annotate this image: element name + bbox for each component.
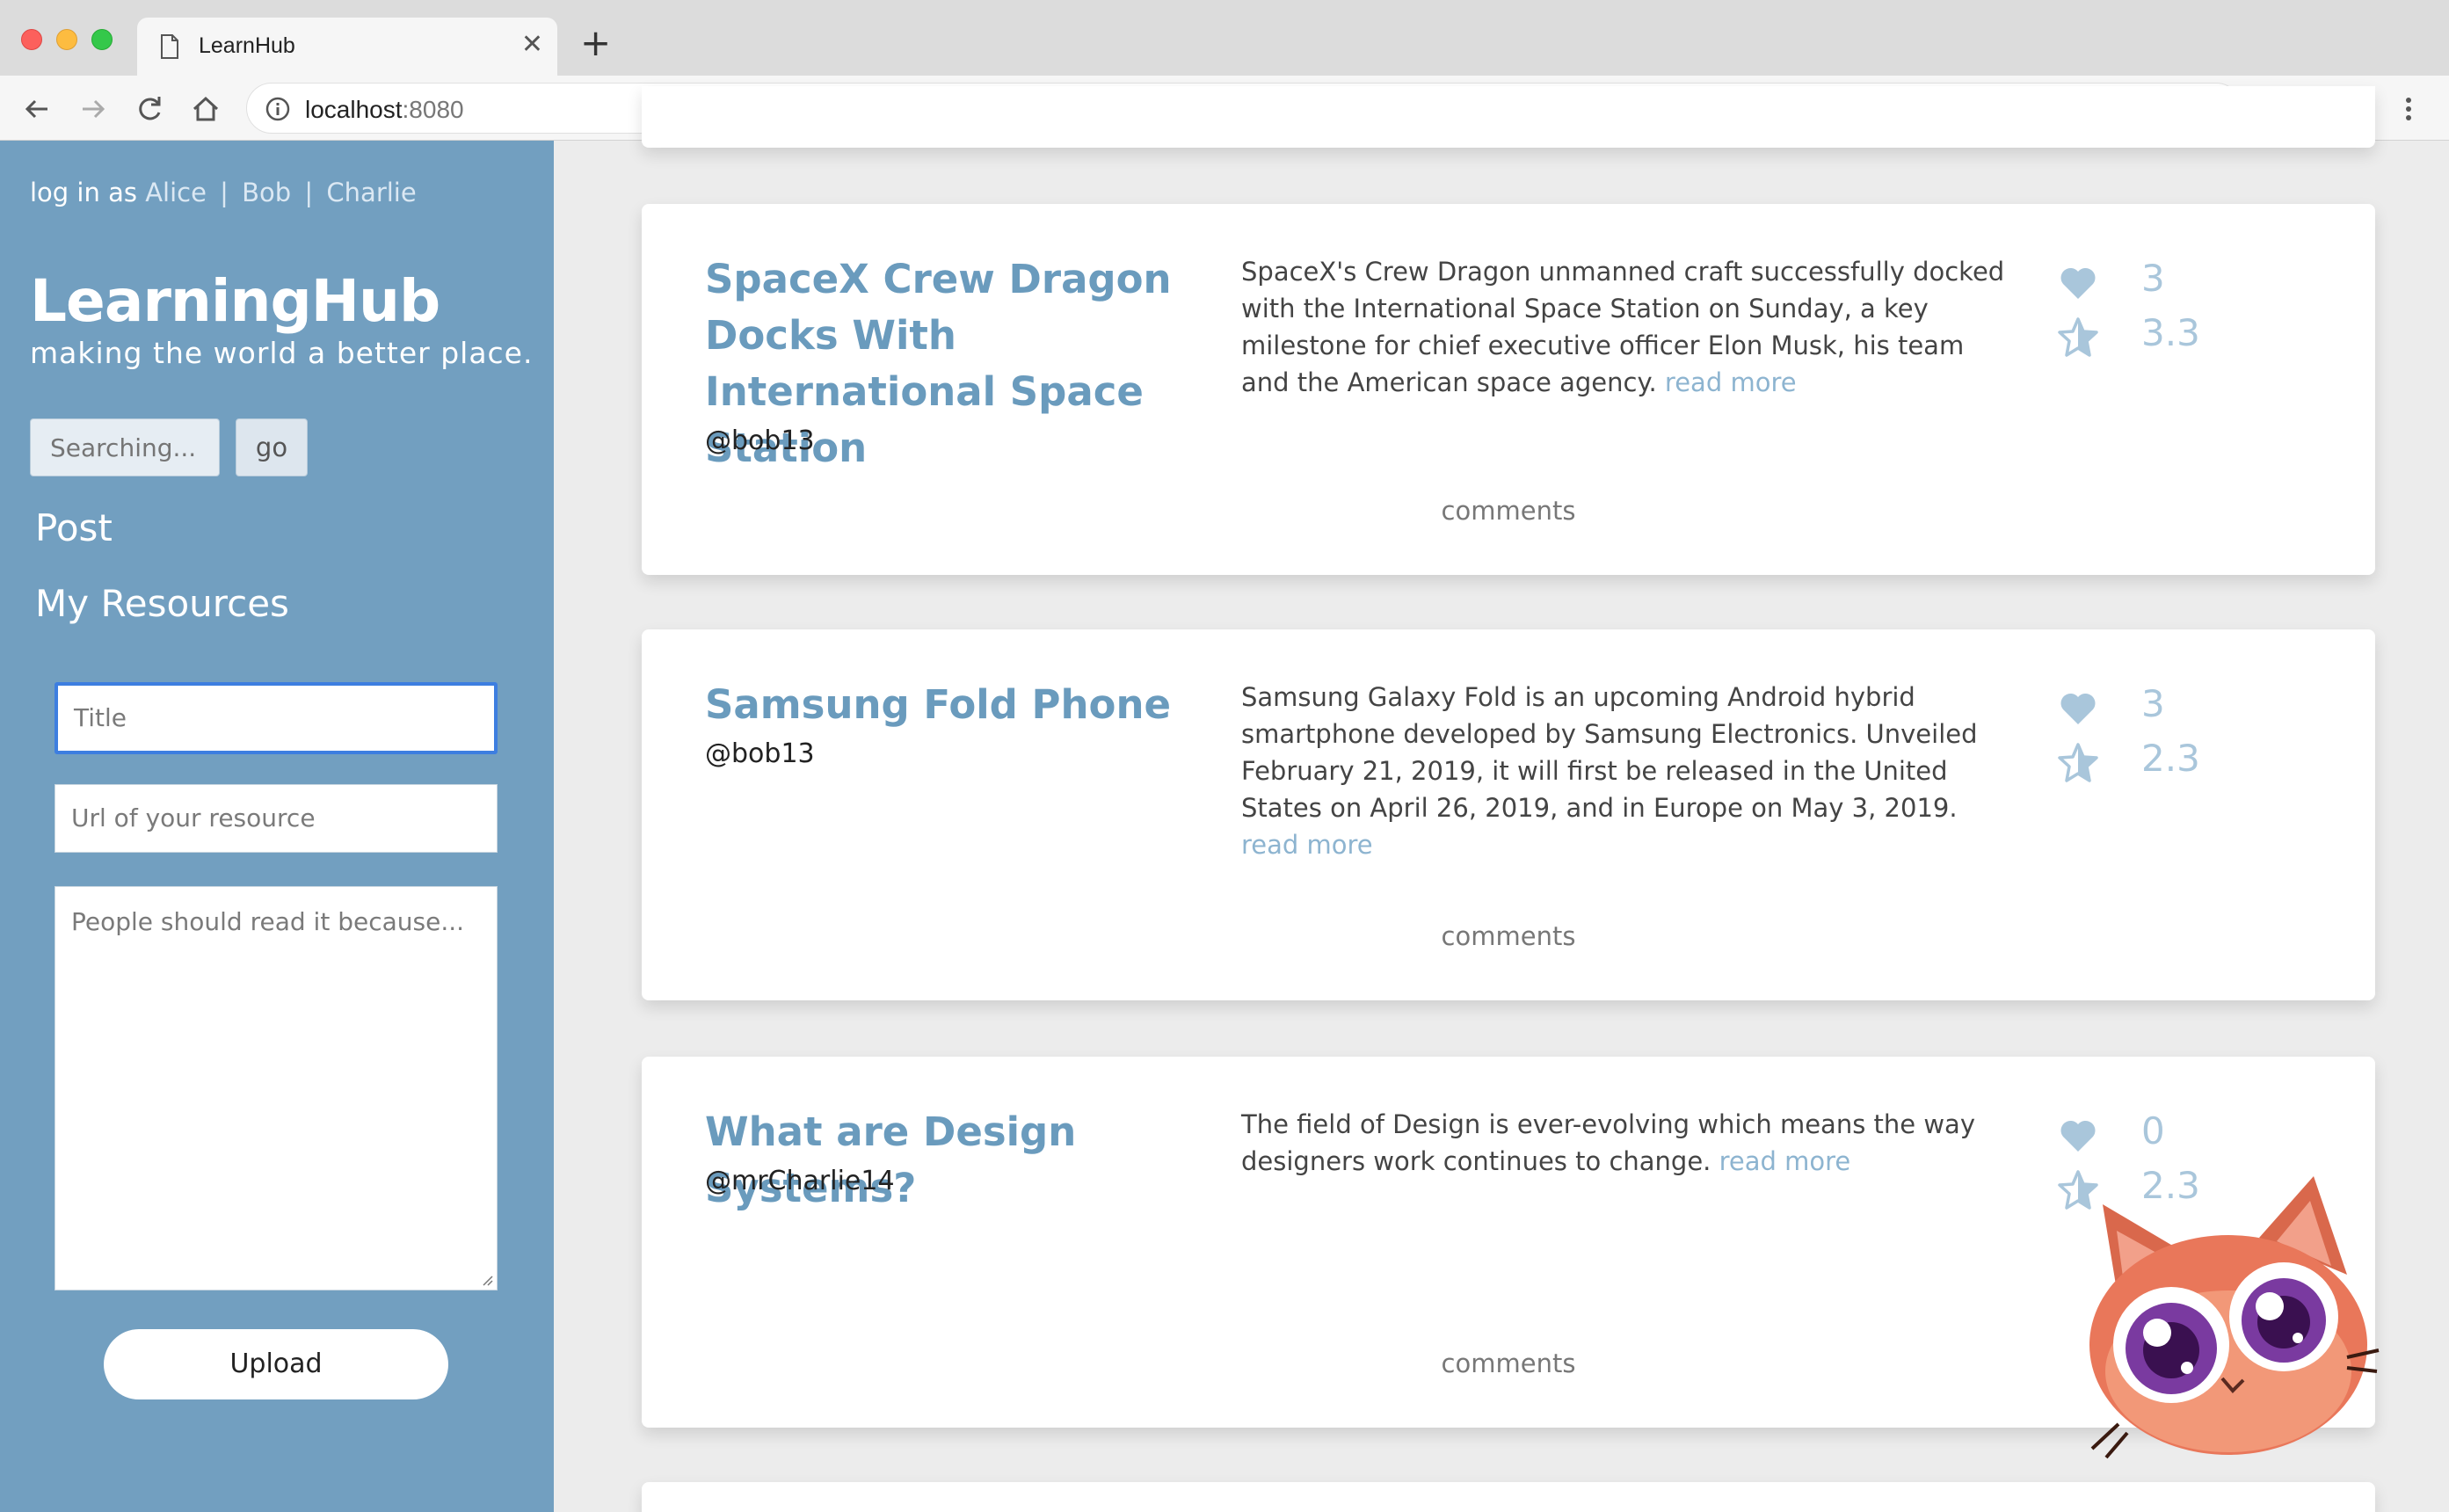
like-count: 0 — [2141, 1109, 2165, 1152]
rating-star-icon[interactable] — [2057, 316, 2099, 359]
resource-card-partial — [642, 1482, 2375, 1512]
resource-author[interactable]: @mrCharlie14 — [705, 1166, 895, 1196]
resource-card: SpaceX Crew Dragon Docks With Internatio… — [642, 204, 2375, 575]
login-user-charlie[interactable]: Charlie — [326, 178, 416, 207]
sidebar: log in as Alice | Bob | Charlie Learning… — [0, 141, 554, 1512]
resource-title-field[interactable]: Title — [55, 682, 498, 754]
search-input[interactable] — [30, 418, 220, 476]
resource-reason-textarea[interactable]: People should read it because... — [55, 886, 498, 1290]
cat-mascot-icon[interactable] — [2083, 1169, 2382, 1459]
heart-icon[interactable] — [2057, 262, 2099, 304]
heart-icon[interactable] — [2057, 687, 2099, 730]
rating-star-icon[interactable] — [2057, 742, 2099, 784]
info-icon[interactable] — [265, 96, 291, 122]
url-text[interactable]: localhost:8080 — [305, 96, 464, 124]
brand-tagline: making the world a better place. — [30, 336, 534, 370]
resize-grip-icon[interactable] — [479, 1272, 493, 1286]
read-more-link[interactable]: read more — [1665, 367, 1797, 397]
back-arrow-icon[interactable] — [21, 93, 53, 125]
resource-description: Samsung Galaxy Fold is an upcoming Andro… — [1241, 679, 2015, 863]
reason-placeholder: People should read it because... — [71, 907, 465, 936]
resource-description: SpaceX's Crew Dragon unmanned craft succ… — [1241, 253, 2015, 401]
url-host: localhost — [305, 96, 403, 123]
resource-author[interactable]: @bob13 — [705, 738, 815, 769]
rating-value: 2.3 — [2141, 737, 2200, 780]
new-tab-button[interactable]: + — [580, 25, 611, 62]
browser-tab-strip: LearnHub ✕ + — [0, 0, 2449, 76]
read-more-link[interactable]: read more — [1719, 1146, 1851, 1176]
home-icon[interactable] — [190, 93, 222, 125]
forward-arrow-icon[interactable] — [77, 93, 109, 125]
brand-title: LearningHub — [30, 267, 440, 335]
resource-card-partial — [642, 86, 2375, 148]
menu-kebab-icon[interactable] — [2393, 93, 2424, 125]
zoom-window-button[interactable] — [91, 29, 113, 50]
resource-author[interactable]: @bob13 — [705, 425, 815, 456]
reload-icon[interactable] — [134, 93, 165, 125]
login-separator: | — [304, 178, 314, 207]
read-more-link[interactable]: read more — [1241, 830, 1373, 860]
resource-title[interactable]: Samsung Fold Phone — [705, 677, 1197, 733]
login-user-alice[interactable]: Alice — [145, 178, 207, 207]
login-switcher: log in as Alice | Bob | Charlie — [30, 178, 417, 207]
browser-tab[interactable]: LearnHub ✕ — [137, 18, 557, 76]
nav-post-link[interactable]: Post — [35, 506, 113, 549]
rating-value: 3.3 — [2141, 311, 2200, 354]
document-icon — [161, 34, 178, 59]
description-text: Samsung Galaxy Fold is an upcoming Andro… — [1241, 682, 1978, 823]
upload-button[interactable]: Upload — [104, 1329, 448, 1399]
login-separator: | — [220, 178, 229, 207]
resource-title[interactable]: What are Design Systems? — [705, 1104, 1250, 1217]
resource-card: Samsung Fold Phone @bob13 Samsung Galaxy… — [642, 629, 2375, 1000]
heart-icon[interactable] — [2057, 1115, 2099, 1157]
resource-url-field[interactable]: Url of your resource — [55, 784, 498, 853]
close-window-button[interactable] — [21, 29, 42, 50]
description-text: SpaceX's Crew Dragon unmanned craft succ… — [1241, 257, 2005, 397]
like-count: 3 — [2141, 257, 2165, 300]
description-text: The field of Design is ever-evolving whi… — [1241, 1109, 1975, 1176]
tab-title: LearnHub — [199, 33, 295, 58]
login-prefix: log in as — [30, 178, 137, 207]
minimize-window-button[interactable] — [56, 29, 77, 50]
search-go-button[interactable]: go — [236, 418, 308, 476]
resource-description: The field of Design is ever-evolving whi… — [1241, 1106, 2015, 1180]
comments-link[interactable]: comments — [642, 921, 2375, 951]
login-user-bob[interactable]: Bob — [242, 178, 291, 207]
nav-my-resources-link[interactable]: My Resources — [35, 582, 289, 625]
like-count: 3 — [2141, 682, 2165, 725]
comments-link[interactable]: comments — [642, 496, 2375, 526]
url-port: :8080 — [402, 96, 464, 123]
close-tab-icon[interactable]: ✕ — [521, 32, 543, 58]
